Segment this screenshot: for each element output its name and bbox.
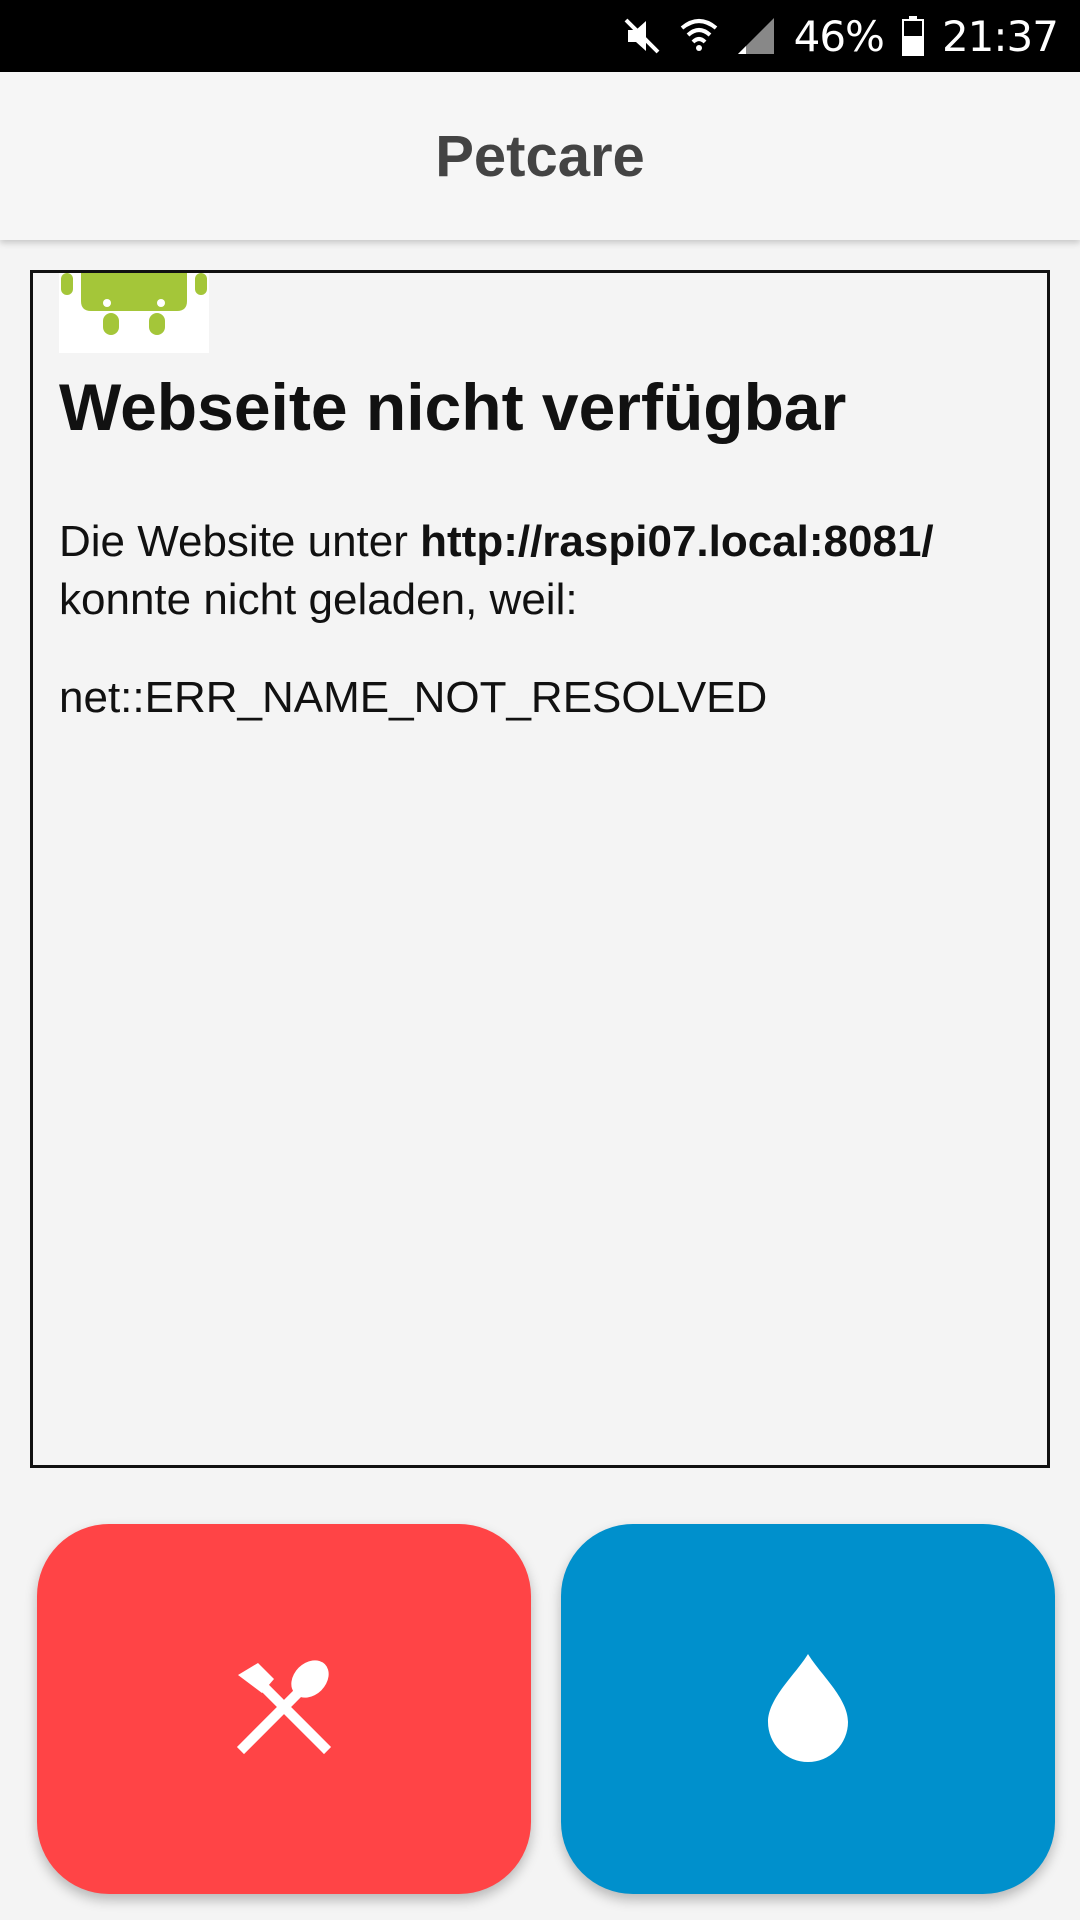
webview-frame[interactable]: Webseite nicht verfügbar Die Website unt… — [30, 270, 1050, 1468]
cell-signal-icon — [736, 16, 776, 56]
water-button[interactable] — [561, 1524, 1055, 1894]
android-icon — [59, 273, 209, 353]
fork-spoon-icon — [234, 1657, 334, 1762]
error-message-prefix: Die Website unter — [59, 517, 421, 566]
error-code: net::ERR_NAME_NOT_RESOLVED — [59, 673, 768, 722]
error-url: http://raspi07.local:8081/ — [420, 517, 934, 566]
status-bar: 46% 21:37 — [0, 0, 1080, 72]
error-title: Webseite nicht verfügbar — [59, 370, 847, 444]
app-bar: Petcare — [0, 72, 1080, 240]
app-title: Petcare — [435, 123, 645, 189]
battery-percent: 46% — [793, 11, 885, 61]
error-message-suffix: konnte nicht geladen, weil: — [59, 575, 578, 624]
mute-icon — [622, 16, 662, 56]
battery-icon — [901, 16, 924, 56]
clock: 21:37 — [941, 11, 1059, 61]
wifi-icon — [680, 16, 718, 56]
feed-button[interactable] — [37, 1524, 531, 1894]
water-drop-icon — [766, 1652, 850, 1767]
error-message: Die Website unter http://raspi07.local:8… — [59, 513, 1039, 629]
